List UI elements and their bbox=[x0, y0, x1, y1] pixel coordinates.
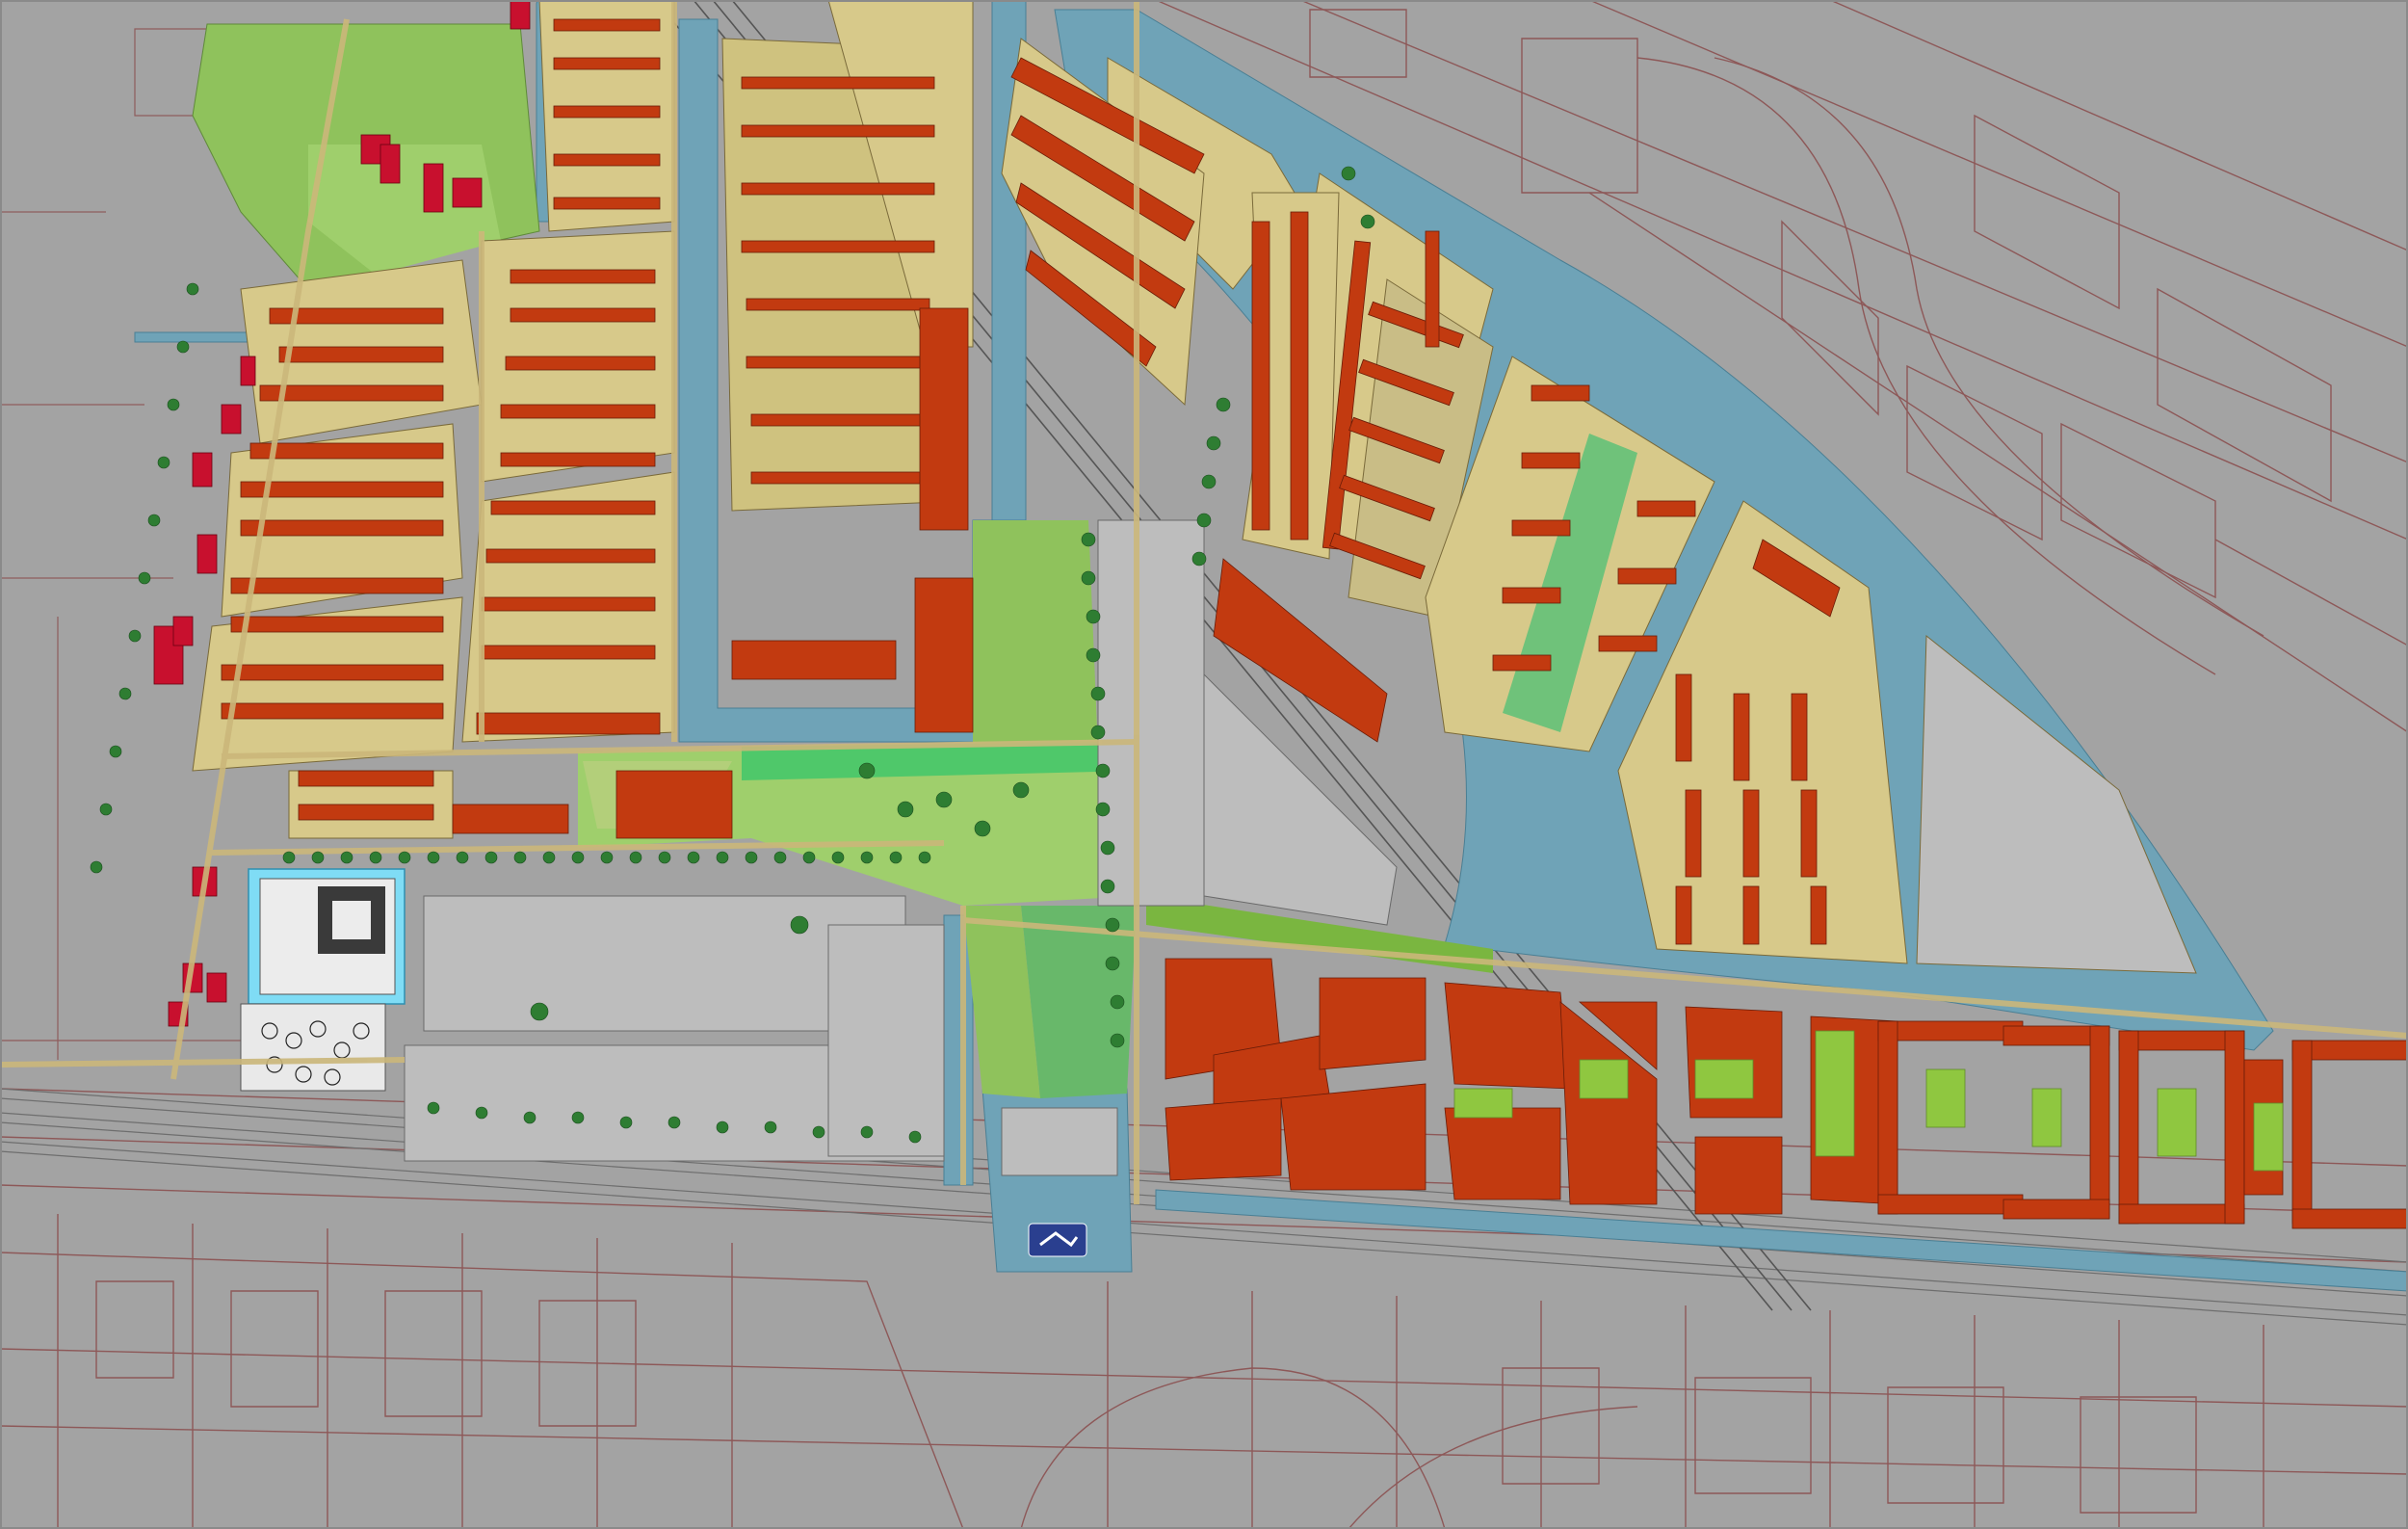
master-plan-map bbox=[0, 0, 2408, 1529]
central-park bbox=[973, 520, 1098, 751]
railway-station-icon bbox=[1028, 1223, 1087, 1257]
